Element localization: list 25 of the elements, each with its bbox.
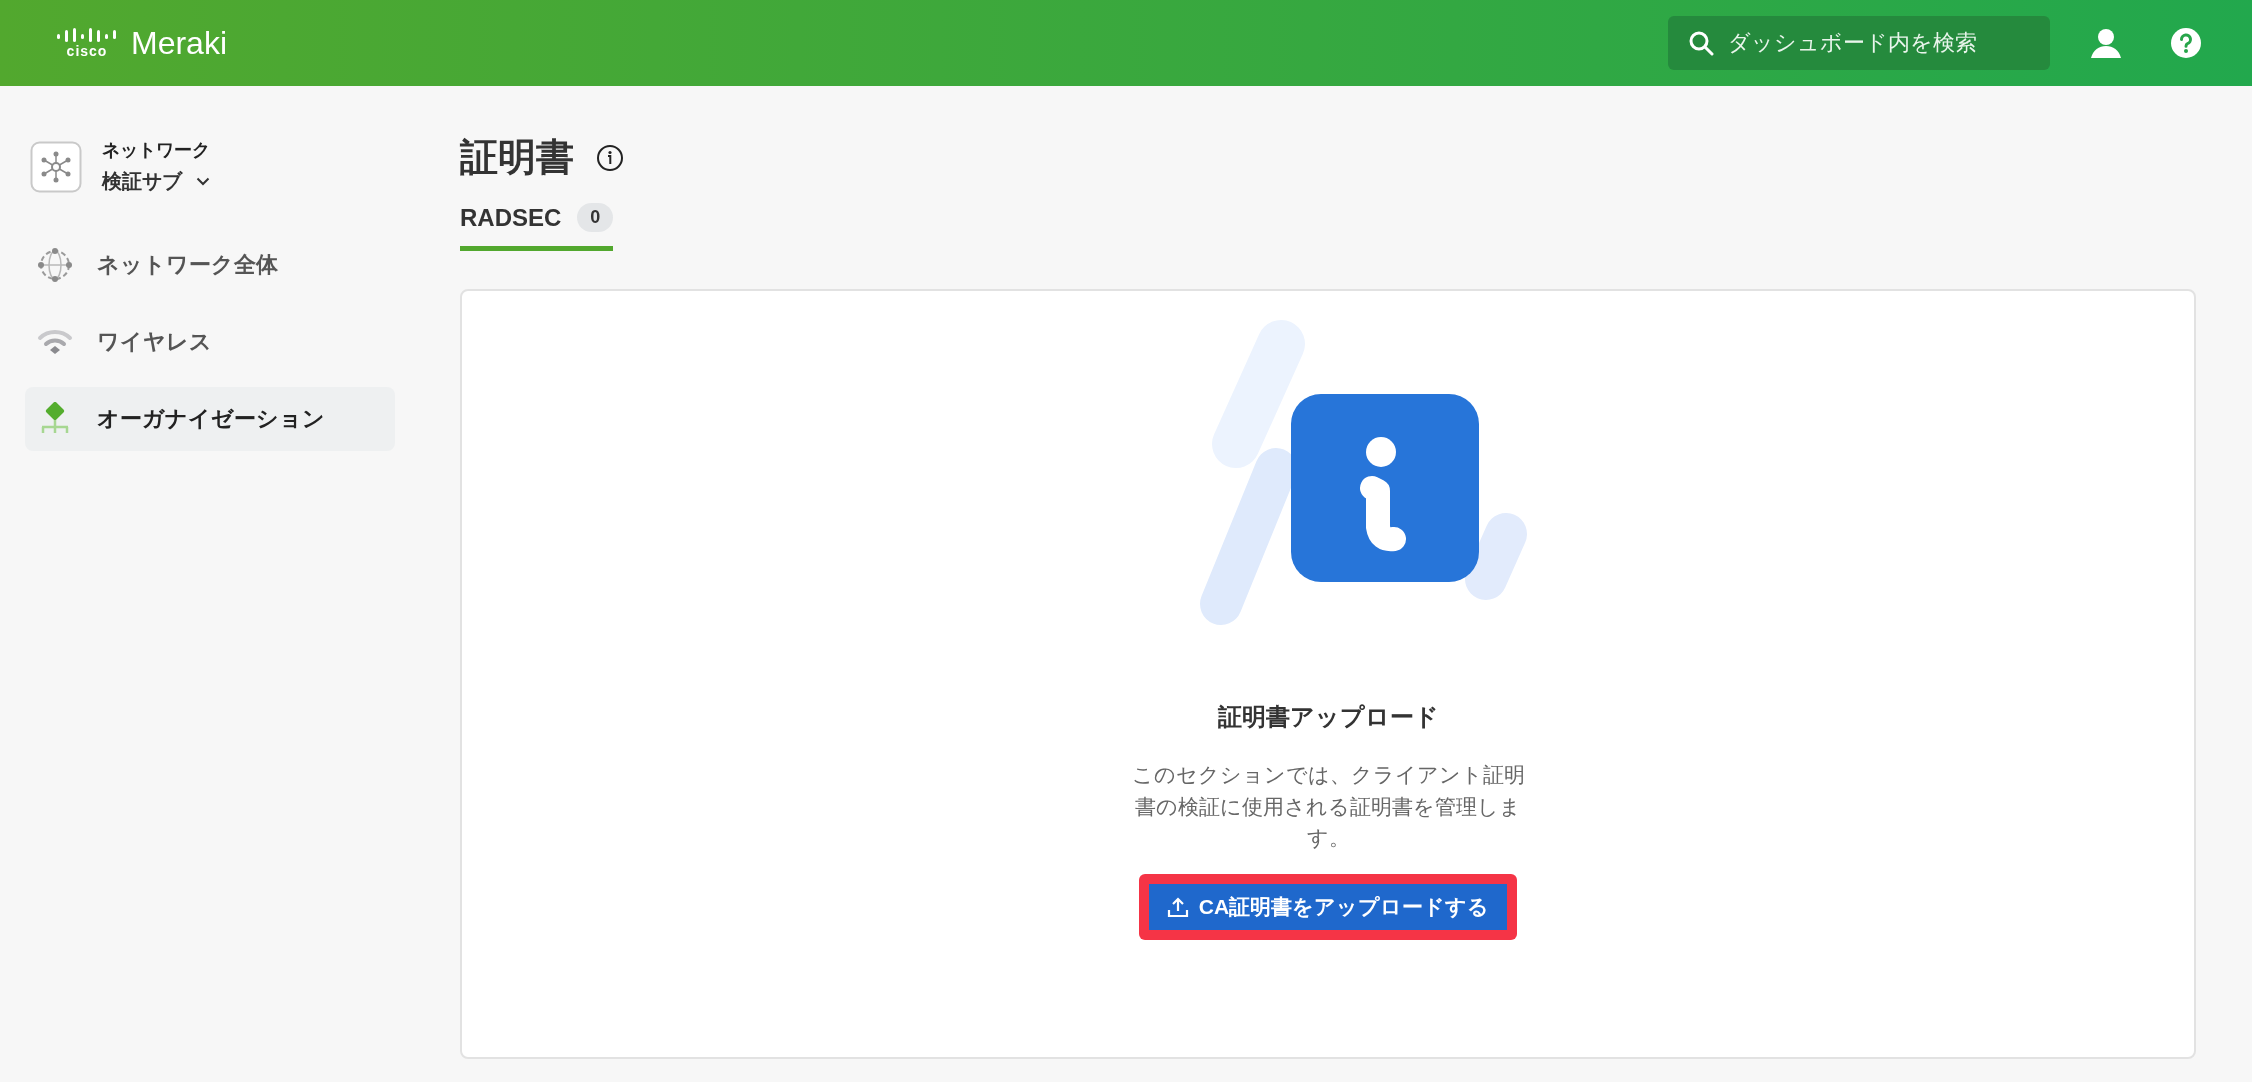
empty-state-title: 証明書アップロード <box>1217 702 1439 732</box>
cisco-logo-text: cisco <box>66 44 108 58</box>
cisco-bars-icon <box>57 28 117 42</box>
count-badge: 0 <box>577 203 614 232</box>
upload-button[interactable]: CA証明書をアップロードする <box>1148 883 1508 930</box>
sidebar-item[interactable]: ネットワーク全体 <box>25 233 395 297</box>
globe-icon <box>37 247 73 283</box>
sidebar-item[interactable]: ワイヤレス <box>25 310 395 374</box>
network-icon <box>30 140 82 193</box>
empty-state-description: このセクションでは、クライアント証明書の検証に使用される証明書を管理します。 <box>1130 762 1526 851</box>
page-title: 証明書 <box>460 135 574 180</box>
sidebar-item[interactable]: オーガナイゼーション <box>25 387 395 451</box>
network-selector[interactable]: ネットワーク 検証サブ <box>25 138 395 195</box>
help-icon[interactable] <box>2170 27 2202 59</box>
tab[interactable]: RADSEC 0 <box>460 203 614 251</box>
upload-icon <box>1166 895 1189 918</box>
network-label: ネットワーク <box>102 139 210 162</box>
product-name: Meraki <box>131 24 227 62</box>
user-icon[interactable] <box>2090 27 2122 59</box>
info-icon[interactable] <box>596 143 624 172</box>
wifi-icon <box>37 327 73 357</box>
search-icon <box>1688 30 1714 56</box>
chevron-down-icon <box>196 177 210 186</box>
network-name: 検証サブ <box>102 169 182 194</box>
search-field[interactable]: ダッシュボード内を検索 <box>1668 16 2050 70</box>
